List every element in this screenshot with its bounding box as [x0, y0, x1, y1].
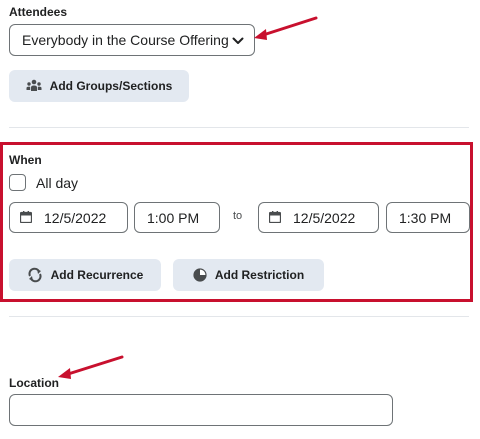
calendar-icon [19, 210, 33, 226]
section-divider [9, 127, 469, 128]
start-time-value: 1:00 PM [147, 209, 200, 226]
red-arrow-icon [254, 16, 318, 40]
start-time-field[interactable]: 1:00 PM [134, 202, 220, 233]
location-input[interactable] [9, 394, 393, 426]
to-label: to [233, 210, 243, 222]
all-day-checkbox[interactable] [9, 174, 26, 191]
calendar-icon [268, 210, 282, 226]
end-date-value: 12/5/2022 [293, 209, 356, 226]
location-label: Location [9, 376, 59, 390]
add-restriction-button[interactable]: Add Restriction [173, 259, 324, 291]
recurrence-icon [27, 267, 43, 283]
add-recurrence-label: Add Recurrence [50, 268, 144, 282]
start-date-value: 12/5/2022 [44, 209, 107, 226]
add-groups-sections-button[interactable]: Add Groups/Sections [9, 70, 189, 102]
end-time-field[interactable]: 1:30 PM [386, 202, 470, 233]
section-divider [9, 316, 469, 317]
start-date-field[interactable]: 12/5/2022 [9, 202, 128, 233]
end-date-field[interactable]: 12/5/2022 [258, 202, 379, 233]
group-icon [26, 78, 42, 94]
restriction-icon [193, 268, 207, 282]
end-time-value: 1:30 PM [399, 209, 452, 226]
red-arrow-icon [58, 355, 124, 379]
attendees-select[interactable]: Everybody in the Course Offering [9, 24, 255, 56]
add-recurrence-button[interactable]: Add Recurrence [9, 259, 161, 291]
add-restriction-label: Add Restriction [214, 268, 305, 282]
chevron-down-icon [232, 32, 244, 48]
add-groups-sections-label: Add Groups/Sections [49, 79, 173, 93]
all-day-label: All day [36, 175, 79, 191]
attendees-selected-value: Everybody in the Course Offering [22, 32, 229, 48]
attendees-label: Attendees [9, 5, 68, 19]
when-label: When [9, 153, 42, 167]
